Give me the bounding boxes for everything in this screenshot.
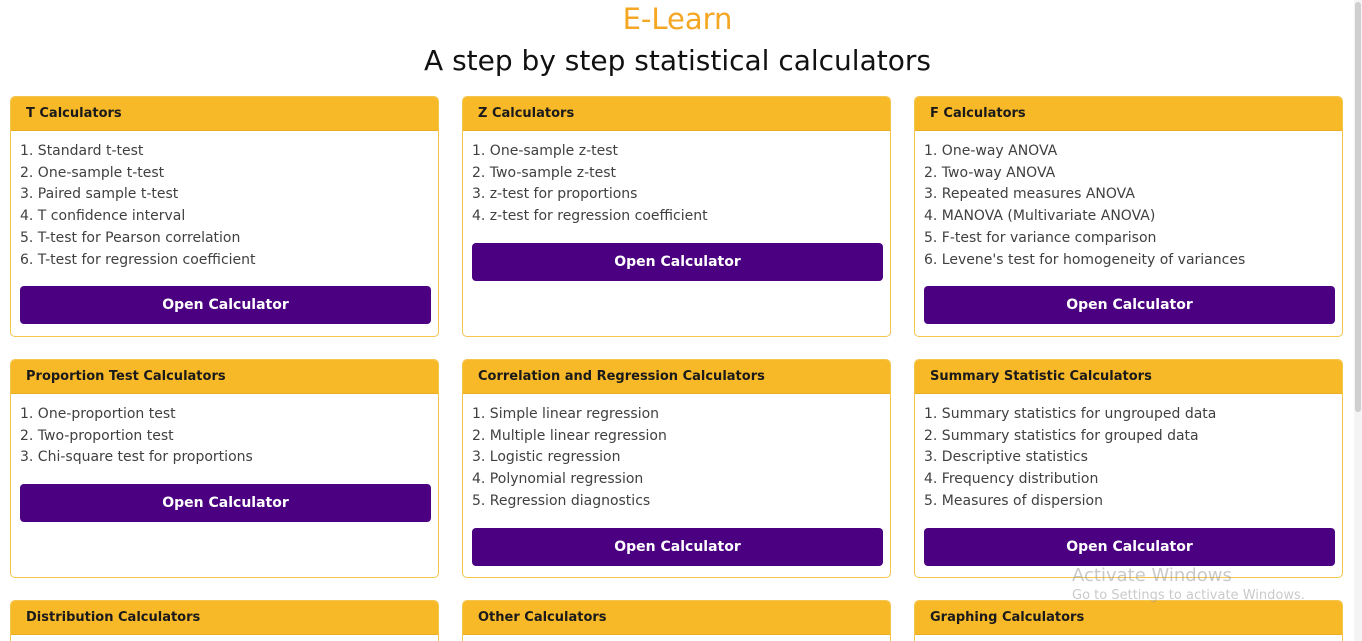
list-item: 2. Multiple linear regression bbox=[472, 427, 667, 444]
open-calculator-button[interactable]: Open Calculator bbox=[924, 286, 1335, 325]
list-item: 2. Two-way ANOVA bbox=[924, 164, 1056, 181]
card-title: F Calculators bbox=[915, 97, 1342, 131]
card-proportion-test-calculators: Proportion Test Calculators 1. One-propo… bbox=[10, 359, 439, 578]
open-calculator-button[interactable]: Open Calculator bbox=[20, 286, 431, 325]
card-title: Proportion Test Calculators bbox=[11, 360, 438, 394]
list-item: 1. One-proportion test bbox=[20, 406, 176, 422]
list-item: 4. Polynomial regression bbox=[472, 471, 644, 488]
list-item: 3. Paired sample t-test bbox=[20, 186, 179, 203]
card-distribution-calculators: Distribution Calculators bbox=[10, 600, 439, 641]
open-calculator-button[interactable]: Open Calculator bbox=[924, 527, 1335, 566]
list-item: 1. Summary statistics for ungrouped data bbox=[924, 406, 1217, 422]
list-item: 1. Simple linear regression bbox=[472, 406, 660, 422]
list-item: 3. Descriptive statistics bbox=[924, 449, 1088, 466]
scrollbar-track[interactable] bbox=[1354, 0, 1362, 641]
page: E-Learn A step by step statistical calcu… bbox=[0, 0, 1362, 641]
card-title: Summary Statistic Calculators bbox=[915, 360, 1342, 394]
page-subtitle: A step by step statistical calculators bbox=[424, 44, 931, 77]
list-item: 5. T-test for Pearson correlation bbox=[20, 229, 241, 246]
card-correlation-regression-calculators: Correlation and Regression Calculators 1… bbox=[462, 359, 891, 578]
list-item: 1. One-sample z-test bbox=[472, 143, 619, 159]
list-item: 4. z-test for regression coefficient bbox=[472, 208, 708, 225]
card-graphing-calculators: Graphing Calculators bbox=[914, 600, 1343, 641]
list-item: 3. Chi-square test for proportions bbox=[20, 449, 253, 466]
card-title: Graphing Calculators bbox=[915, 601, 1342, 635]
scrollbar-thumb[interactable] bbox=[1355, 2, 1361, 412]
calculator-list: 1. One-proportion test 2. Two-proportion… bbox=[20, 404, 429, 469]
list-item: 2. Summary statistics for grouped data bbox=[924, 427, 1199, 444]
list-item: 2. Two-proportion test bbox=[20, 427, 174, 444]
open-calculator-button[interactable]: Open Calculator bbox=[472, 242, 883, 281]
card-t-calculators: T Calculators 1. Standard t-test 2. One-… bbox=[10, 96, 439, 337]
list-item: 5. Measures of dispersion bbox=[924, 492, 1103, 509]
card-title: Distribution Calculators bbox=[11, 601, 438, 635]
list-item: 4. T confidence interval bbox=[20, 208, 186, 225]
list-item: 5. Regression diagnostics bbox=[472, 492, 651, 509]
card-other-calculators: Other Calculators bbox=[462, 600, 891, 641]
list-item: 4. Frequency distribution bbox=[924, 471, 1099, 488]
open-calculator-button[interactable]: Open Calculator bbox=[20, 484, 431, 523]
calculator-list: 1. One-sample z-test 2. Two-sample z-tes… bbox=[472, 141, 881, 228]
brand-title[interactable]: E-Learn bbox=[0, 1, 1355, 37]
calculator-list: 1. Standard t-test 2. One-sample t-test … bbox=[20, 141, 429, 271]
calculator-list: 1. One-way ANOVA 2. Two-way ANOVA 3. Rep… bbox=[924, 141, 1333, 271]
list-item: 3. Logistic regression bbox=[472, 449, 621, 466]
list-item: 5. F-test for variance comparison bbox=[924, 229, 1157, 246]
calculator-list: 1. Summary statistics for ungrouped data… bbox=[924, 404, 1333, 513]
calculator-list: 1. Simple linear regression 2. Multiple … bbox=[472, 404, 881, 513]
list-item: 3. Repeated measures ANOVA bbox=[924, 186, 1135, 203]
list-item: 2. Two-sample z-test bbox=[472, 164, 617, 181]
list-item: 2. One-sample t-test bbox=[20, 164, 165, 181]
list-item: 1. Standard t-test bbox=[20, 143, 144, 159]
card-title: Other Calculators bbox=[463, 601, 890, 635]
list-item: 4. MANOVA (Multivariate ANOVA) bbox=[924, 208, 1156, 225]
list-item: 1. One-way ANOVA bbox=[924, 143, 1058, 159]
card-z-calculators: Z Calculators 1. One-sample z-test 2. Tw… bbox=[462, 96, 891, 337]
list-item: 6. T-test for regression coefficient bbox=[20, 251, 256, 268]
list-item: 3. z-test for proportions bbox=[472, 186, 638, 203]
card-f-calculators: F Calculators 1. One-way ANOVA 2. Two-wa… bbox=[914, 96, 1343, 337]
card-title: Correlation and Regression Calculators bbox=[463, 360, 890, 394]
list-item: 6. Levene's test for homogeneity of vari… bbox=[924, 251, 1246, 268]
open-calculator-button[interactable]: Open Calculator bbox=[472, 527, 883, 566]
card-title: T Calculators bbox=[11, 97, 438, 131]
card-title: Z Calculators bbox=[463, 97, 890, 131]
card-summary-statistic-calculators: Summary Statistic Calculators 1. Summary… bbox=[914, 359, 1343, 578]
